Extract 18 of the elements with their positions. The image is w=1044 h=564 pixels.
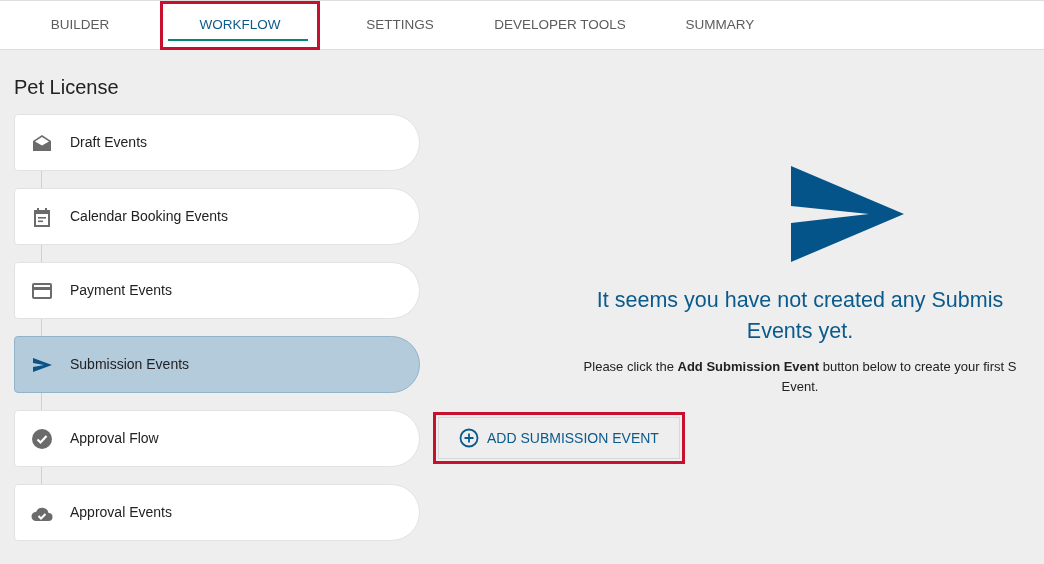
- tab[interactable]: SUMMARY: [640, 1, 800, 50]
- event-type-item[interactable]: Submission Events: [14, 336, 420, 393]
- plus-circle-icon: [459, 428, 479, 448]
- empty-state-heading: It seems you have not created any Submis Events yet.: [595, 287, 1005, 345]
- tab[interactable]: WORKFLOW: [160, 1, 320, 50]
- calendar-icon: [31, 205, 53, 228]
- event-type-item[interactable]: Approval Events: [14, 484, 420, 541]
- tab[interactable]: SETTINGS: [320, 1, 480, 50]
- event-type-item[interactable]: Draft Events: [14, 114, 420, 171]
- page-title: Pet License: [14, 75, 120, 100]
- event-type-item[interactable]: Calendar Booking Events: [14, 188, 420, 245]
- check-circle-icon: [31, 427, 53, 450]
- empty-state-message: Please click the Add Submission Event button below to create your first S Event.: [582, 358, 1018, 396]
- event-type-item[interactable]: Payment Events: [14, 262, 420, 319]
- send-icon: [791, 166, 904, 263]
- tab[interactable]: BUILDER: [0, 1, 160, 50]
- tab[interactable]: DEVELOPER TOOLS: [480, 1, 640, 50]
- event-type-item[interactable]: Approval Flow: [14, 410, 420, 467]
